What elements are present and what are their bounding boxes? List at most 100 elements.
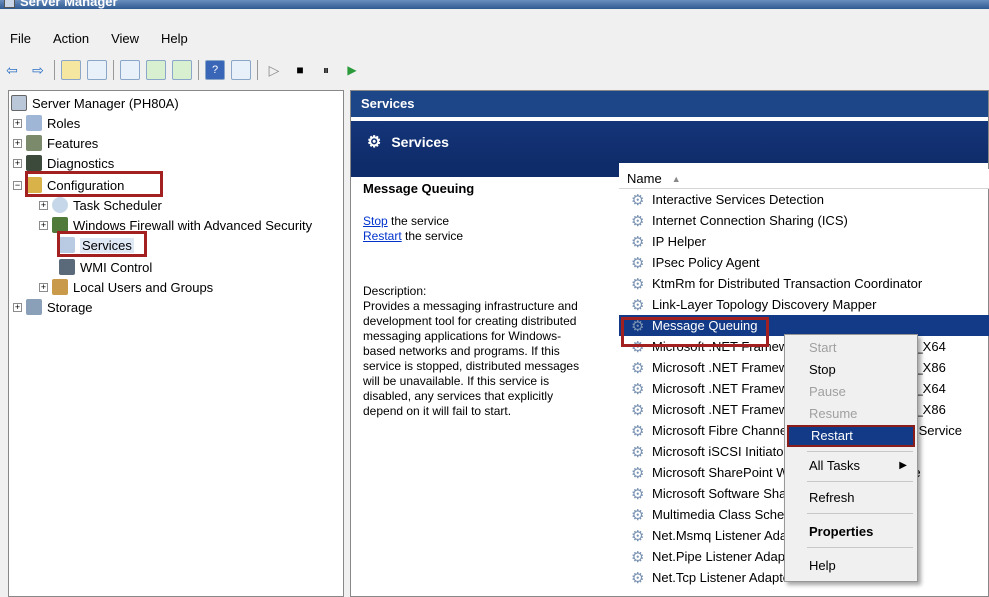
gear-icon: ⚙ (631, 464, 645, 482)
up-folder-icon[interactable] (61, 60, 81, 80)
menu-separator (807, 513, 913, 514)
service-row[interactable]: ⚙ IPsec Policy Agent (619, 252, 989, 273)
service-row[interactable]: ⚙ IP Helper (619, 231, 989, 252)
menu-item-restart[interactable]: Restart (787, 425, 915, 447)
tree-item-wmi[interactable]: WMI Control (59, 257, 152, 277)
expand-icon[interactable]: + (13, 158, 22, 168)
toolbar-separator (54, 60, 55, 80)
collapse-icon[interactable]: − (13, 180, 22, 190)
menu-bar: File Action View Help (0, 26, 989, 50)
gear-icon: ⚙ (367, 134, 382, 151)
service-row[interactable]: ⚙ Interactive Services Detection (619, 189, 989, 210)
menu-item-all-tasks[interactable]: All Tasks ▶ (787, 455, 915, 477)
service-name: Interactive Services Detection (652, 192, 824, 207)
extended-tab-strip (351, 163, 619, 177)
gear-icon: ⚙ (631, 422, 645, 440)
wmi-icon (59, 259, 75, 275)
refresh-icon[interactable] (146, 60, 166, 80)
roles-icon (26, 115, 42, 131)
tree-label: Server Manager (PH80A) (32, 95, 179, 111)
expand-icon[interactable]: + (39, 220, 48, 230)
app-icon (4, 0, 15, 8)
show-tree-icon[interactable] (87, 60, 107, 80)
service-row[interactable]: ⚙ Internet Connection Sharing (ICS) (619, 210, 989, 231)
tree-label: Diagnostics (47, 155, 115, 171)
service-name: IPsec Policy Agent (652, 255, 760, 270)
gear-icon: ⚙ (631, 443, 645, 461)
submenu-arrow-icon: ▶ (899, 460, 907, 471)
tree-item-roles[interactable]: + Roles (13, 113, 80, 133)
toolbar-separator (257, 60, 258, 80)
tree-item-diagnostics[interactable]: + Diagnostics (13, 153, 114, 173)
menu-item-help[interactable]: Help (787, 555, 915, 577)
gear-icon: ⚙ (631, 527, 645, 545)
tree-item-storage[interactable]: + Storage (13, 297, 93, 317)
column-header-name[interactable]: Name ▲ (619, 169, 989, 189)
menu-separator (807, 451, 913, 452)
gear-icon: ⚙ (631, 485, 645, 503)
highlight-box (621, 317, 769, 347)
highlight-box (25, 171, 163, 197)
service-row[interactable]: ⚙ Link-Layer Topology Discovery Mapper (619, 294, 989, 315)
properties-icon[interactable] (120, 60, 140, 80)
description-label: Description: (363, 284, 427, 298)
pane-header: Services (351, 91, 988, 117)
menu-item-resume: Resume (809, 406, 858, 421)
menu-separator (807, 481, 913, 482)
menu-item-refresh[interactable]: Refresh (787, 487, 915, 509)
view-icon[interactable] (231, 60, 251, 80)
start-service-icon[interactable]: ▷ (264, 60, 284, 80)
clock-icon (52, 197, 68, 213)
expand-icon[interactable]: + (13, 138, 22, 148)
storage-icon (26, 299, 42, 315)
gear-icon: ⚙ (631, 254, 645, 272)
service-name: Net.Pipe Listener Adapter (652, 549, 801, 564)
gear-icon: ⚙ (631, 191, 645, 209)
services-banner: ⚙ Services (351, 121, 988, 163)
export-icon[interactable] (172, 60, 192, 80)
gear-icon: ⚙ (631, 506, 645, 524)
tree-label: WMI Control (80, 259, 153, 275)
menu-item-stop[interactable]: Stop (787, 359, 915, 381)
service-name: Message Queuing (363, 181, 475, 196)
resume-service-icon[interactable]: ▶ (342, 60, 362, 80)
service-name: Net.Tcp Listener Adapter (652, 570, 795, 585)
expand-icon[interactable]: + (39, 200, 48, 210)
pause-service-icon[interactable]: ⏸ (316, 60, 336, 80)
menu-item-pause: Pause (809, 384, 846, 399)
toolbar-separator (113, 60, 114, 80)
context-menu: Start Stop Pause Resume Restart All Task… (784, 334, 918, 582)
menu-view[interactable]: View (101, 31, 151, 46)
tree-label: Roles (47, 115, 81, 131)
restart-link[interactable]: Restart (363, 229, 402, 243)
menu-action[interactable]: Action (43, 31, 101, 46)
gear-icon: ⚙ (631, 569, 645, 587)
expand-icon[interactable]: + (13, 302, 22, 312)
tree-label: Storage (47, 299, 93, 315)
tree-item-features[interactable]: + Features (13, 133, 98, 153)
users-icon (52, 279, 68, 295)
menu-file[interactable]: File (0, 31, 43, 46)
service-name: Link-Layer Topology Discovery Mapper (652, 297, 877, 312)
description-text: Provides a messaging infrastructure and … (363, 299, 580, 418)
help-icon[interactable]: ? (205, 60, 225, 80)
gear-icon: ⚙ (631, 275, 645, 293)
expand-icon[interactable]: + (39, 282, 48, 292)
menu-item-properties[interactable]: Properties (787, 521, 915, 543)
service-row[interactable]: ⚙ KtmRm for Distributed Transaction Coord… (619, 273, 989, 294)
service-description-panel: Message Queuing Stop the service Restart… (351, 177, 619, 597)
gear-icon: ⚙ (631, 380, 645, 398)
stop-service-icon[interactable]: ■ (290, 60, 310, 80)
tree-item-task-scheduler[interactable]: + Task Scheduler (39, 195, 162, 215)
stop-link[interactable]: Stop (363, 214, 388, 228)
expand-icon[interactable]: + (13, 118, 22, 128)
menu-help[interactable]: Help (151, 31, 200, 46)
tree-item-root[interactable]: Server Manager (PH80A) (11, 93, 179, 113)
tree-item-local-users[interactable]: + Local Users and Groups (39, 277, 213, 297)
service-name: KtmRm for Distributed Transaction Coordi… (652, 276, 923, 291)
gear-icon: ⚙ (631, 296, 645, 314)
back-arrow-icon[interactable]: ⇦ (2, 60, 22, 80)
service-name: Internet Connection Sharing (ICS) (652, 213, 848, 228)
forward-arrow-icon[interactable]: ⇨ (28, 60, 48, 80)
banner-title: Services (391, 134, 449, 150)
